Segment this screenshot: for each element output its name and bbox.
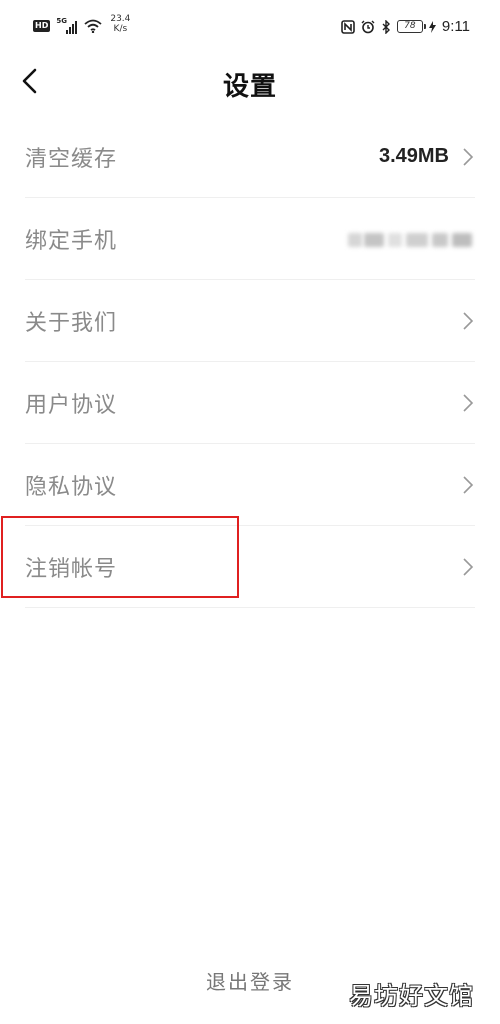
blurred-phone-number xyxy=(348,225,472,253)
chevron-right-icon xyxy=(463,557,474,576)
battery-icon: 78 xyxy=(396,20,426,33)
clock: 9:11 xyxy=(441,18,470,35)
page-title: 设置 xyxy=(222,72,277,102)
watermark: 易坊好文馆 xyxy=(349,982,474,1010)
settings-item-label: 清空缓存 xyxy=(25,146,118,172)
chevron-right-icon xyxy=(463,393,474,412)
bluetooth-icon xyxy=(382,19,390,34)
settings-item-label: 绑定手机 xyxy=(25,228,118,254)
cellular-signal-icon: 5G xyxy=(56,17,78,34)
status-bar: HD 5G 23.4 K/s 78 9:11 xyxy=(0,0,500,56)
settings-item-label: 隐私协议 xyxy=(25,474,118,500)
hd-icon: HD xyxy=(33,20,51,32)
settings-item-about-us[interactable]: 关于我们 xyxy=(25,280,475,362)
cache-size-value: 3.49MB xyxy=(378,145,449,167)
settings-item-bind-phone[interactable]: 绑定手机 xyxy=(25,198,475,280)
highlight-annotation-box xyxy=(1,516,239,598)
settings-item-clear-cache[interactable]: 清空缓存 3.49MB xyxy=(25,116,475,198)
settings-item-user-agreement[interactable]: 用户协议 xyxy=(25,362,475,444)
chevron-right-icon xyxy=(463,475,474,494)
chevron-right-icon xyxy=(463,311,474,330)
network-speed: 23.4 K/s xyxy=(110,14,131,34)
wifi-icon xyxy=(84,19,102,33)
header: 设置 xyxy=(0,56,500,110)
settings-item-privacy-policy[interactable]: 隐私协议 xyxy=(25,444,475,526)
chevron-right-icon xyxy=(463,147,474,166)
alarm-icon xyxy=(361,20,375,33)
settings-item-label: 用户协议 xyxy=(25,392,118,418)
charging-icon xyxy=(428,20,436,33)
nfc-icon xyxy=(341,19,355,34)
settings-item-label: 关于我们 xyxy=(25,310,118,336)
